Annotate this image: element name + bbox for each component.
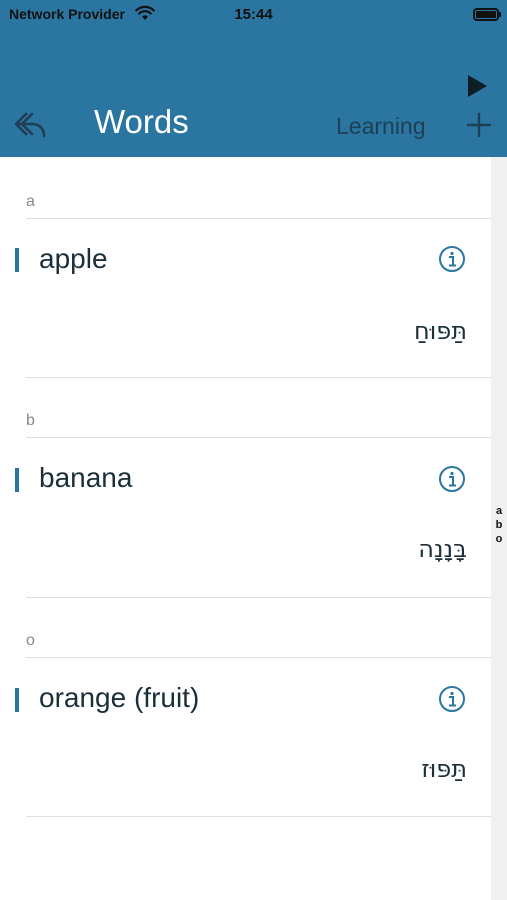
word-label[interactable]: apple xyxy=(39,243,108,275)
translation-label: תַּפּוּחַ xyxy=(414,317,467,345)
translation-label: בָּנָנָה xyxy=(418,535,467,563)
info-icon[interactable] xyxy=(438,465,466,493)
translation-label: תַּפּוּז xyxy=(421,755,467,783)
play-icon xyxy=(468,75,487,97)
section-divider xyxy=(26,437,491,438)
row-marker xyxy=(15,248,19,272)
section-index-bar[interactable]: a b o xyxy=(491,157,507,900)
row-marker xyxy=(15,688,19,712)
page-title: Words xyxy=(94,103,189,140)
navigation-bar: Network Provider 15:44 Words Learning xyxy=(0,0,507,157)
index-letter[interactable]: b xyxy=(491,518,507,532)
section-index-letters[interactable]: a b o xyxy=(491,504,507,546)
battery-icon xyxy=(473,8,499,21)
word-list: a apple תַּפּוּחַ b banana בָּנָנָה o or… xyxy=(0,157,491,900)
play-button[interactable] xyxy=(465,74,489,98)
row-marker xyxy=(15,468,19,492)
status-bar: Network Provider 15:44 xyxy=(0,0,507,30)
word-label[interactable]: orange (fruit) xyxy=(39,682,199,714)
status-time: 15:44 xyxy=(234,6,273,23)
info-icon[interactable] xyxy=(438,245,466,273)
back-button[interactable] xyxy=(12,108,48,142)
row-divider xyxy=(26,816,491,817)
section-divider xyxy=(26,657,491,658)
section-divider xyxy=(26,218,491,219)
index-letter[interactable]: a xyxy=(491,504,507,518)
row-divider xyxy=(26,597,491,598)
row-divider xyxy=(26,377,491,378)
section-header: a xyxy=(26,193,35,210)
plus-icon xyxy=(466,112,492,138)
index-letter[interactable]: o xyxy=(491,532,507,546)
word-label[interactable]: banana xyxy=(39,462,132,494)
section-header: o xyxy=(26,632,35,649)
learning-button[interactable]: Learning xyxy=(336,113,426,140)
info-icon[interactable] xyxy=(438,685,466,713)
battery-cap xyxy=(499,12,501,17)
section-header: b xyxy=(26,412,35,429)
add-button[interactable] xyxy=(466,112,492,138)
